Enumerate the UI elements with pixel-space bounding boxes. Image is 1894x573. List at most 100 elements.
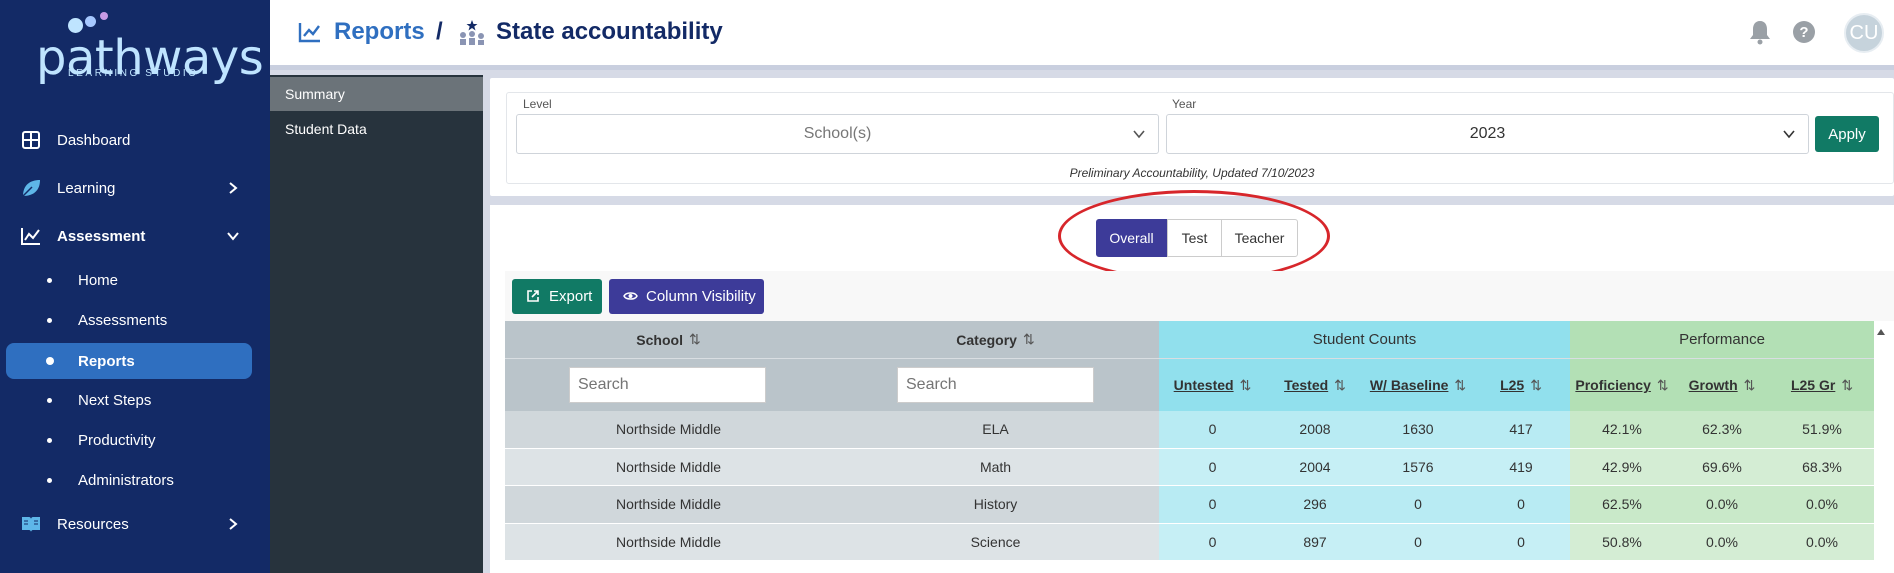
- table-cell-untested: 0: [1159, 523, 1266, 560]
- table-cell-l25gr: 0.0%: [1770, 486, 1874, 523]
- table-cell-l25: 419: [1472, 448, 1570, 485]
- column-header-category[interactable]: Category ⇅: [832, 321, 1159, 358]
- sidebar-subitem-label: Next Steps: [78, 391, 152, 409]
- year-select[interactable]: 2023: [1166, 114, 1809, 154]
- column-header-l25[interactable]: L25 ⇅: [1472, 366, 1570, 404]
- subnav-item-summary[interactable]: Summary: [270, 77, 483, 111]
- table-cell-baseline: 0: [1364, 486, 1472, 523]
- sidebar-subitem-label: Home: [78, 271, 119, 289]
- bullet-icon: [47, 477, 52, 483]
- apply-button[interactable]: Apply: [1815, 116, 1879, 152]
- sidebar-item-label: Dashboard: [57, 131, 131, 149]
- sidebar-subitem-label: Assessments: [78, 311, 168, 329]
- table-cell-school: Northside Middle: [505, 523, 832, 560]
- table-cell-l25: 417: [1472, 411, 1570, 448]
- podium-icon: [458, 18, 486, 46]
- sidebar-item-resources[interactable]: Resources: [0, 506, 270, 542]
- table-cell-proficiency: 50.8%: [1570, 523, 1674, 560]
- category-search-input[interactable]: [897, 367, 1094, 403]
- level-select-value: School(s): [803, 125, 872, 142]
- breadcrumb-reports[interactable]: Reports: [298, 18, 425, 46]
- sort-icon: ⇅: [1841, 376, 1854, 393]
- table-cell-category: Math: [832, 448, 1159, 485]
- help-icon: ?: [1792, 20, 1816, 44]
- book-icon: [20, 513, 42, 535]
- column-header-baseline[interactable]: W/ Baseline ⇅: [1364, 366, 1472, 404]
- column-header-proficiency[interactable]: Proficiency ⇅: [1570, 366, 1674, 404]
- sort-icon: ⇅: [1656, 376, 1669, 393]
- chevron-right-icon: [226, 181, 240, 195]
- table-cell-l25: 0: [1472, 486, 1570, 523]
- sidebar-subitem-assessments[interactable]: Assessments: [6, 302, 252, 338]
- column-header-label: Untested: [1173, 377, 1234, 393]
- external-link-icon: [526, 289, 540, 303]
- subnav-item-student-data[interactable]: Student Data: [270, 112, 483, 146]
- column-visibility-button[interactable]: Column Visibility: [609, 279, 764, 314]
- sort-icon: ⇅: [1743, 376, 1756, 393]
- table-cell-baseline: 1576: [1364, 448, 1472, 485]
- notifications-button[interactable]: [1746, 18, 1774, 46]
- column-header-label: Growth: [1688, 377, 1738, 393]
- scroll-up-icon[interactable]: [1876, 324, 1886, 335]
- export-button[interactable]: Export: [512, 279, 602, 314]
- breadcrumb-reports-label: Reports: [334, 18, 425, 45]
- table-cell-growth: 0.0%: [1674, 523, 1770, 560]
- page-title-label: State accountability: [496, 18, 723, 45]
- column-header-untested[interactable]: Untested ⇅: [1159, 366, 1266, 404]
- user-avatar[interactable]: CU: [1844, 13, 1884, 53]
- sidebar-item-label: Learning: [57, 179, 116, 197]
- table-cell-school: Northside Middle: [505, 486, 832, 523]
- bullet-icon: [47, 317, 52, 323]
- header-divider: [505, 358, 1874, 359]
- table-cell-category: History: [832, 486, 1159, 523]
- table-cell-growth: 0.0%: [1674, 486, 1770, 523]
- school-search-input[interactable]: [569, 367, 766, 403]
- sidebar-subitem-administrators[interactable]: Administrators: [6, 462, 252, 498]
- level-select[interactable]: School(s): [516, 114, 1159, 154]
- sidebar-subitem-reports[interactable]: Reports: [6, 343, 252, 379]
- table-cell-proficiency: 62.5%: [1570, 486, 1674, 523]
- sidebar-item-dashboard[interactable]: Dashboard: [0, 122, 270, 158]
- column-header-growth[interactable]: Growth ⇅: [1674, 366, 1770, 404]
- sort-icon: ⇅: [688, 331, 701, 347]
- accountability-note: Preliminary Accountability, Updated 7/10…: [1069, 166, 1315, 180]
- chevron-down-icon: [226, 229, 240, 243]
- chart-icon: [20, 225, 42, 247]
- column-header-tested[interactable]: Tested ⇅: [1266, 366, 1364, 404]
- leaf-icon: [20, 177, 42, 199]
- sidebar-item-label: Assessment: [57, 227, 146, 245]
- sidebar-item-learning[interactable]: Learning: [0, 170, 270, 206]
- svg-text:?: ?: [1799, 24, 1808, 41]
- group-header-performance: Performance: [1679, 331, 1765, 348]
- eye-icon: [623, 289, 638, 303]
- table-cell-untested: 0: [1159, 448, 1266, 485]
- sort-icon: ⇅: [1454, 376, 1467, 393]
- help-button[interactable]: ?: [1790, 18, 1818, 46]
- logo-dot: [100, 12, 108, 20]
- line-chart-icon: [298, 21, 322, 43]
- sort-icon: ⇅: [1022, 331, 1035, 347]
- table-cell-school: Northside Middle: [505, 411, 832, 448]
- bullet-icon: [47, 437, 52, 443]
- sidebar-subitem-home[interactable]: Home: [6, 262, 252, 298]
- table-cell-untested: 0: [1159, 411, 1266, 448]
- sidebar-item-assessment[interactable]: Assessment: [0, 218, 270, 254]
- column-header-label: W/ Baseline: [1369, 377, 1449, 393]
- sort-icon: ⇅: [1334, 376, 1346, 393]
- sidebar-subitem-label: Productivity: [78, 431, 156, 449]
- table-cell-baseline: 1630: [1364, 411, 1472, 448]
- column-header-school[interactable]: School ⇅: [505, 321, 832, 358]
- logo[interactable]: pathways LEARNING STUDIO: [0, 0, 270, 90]
- table-cell-l25gr: 51.9%: [1770, 411, 1874, 448]
- table-cell-l25gr: 0.0%: [1770, 523, 1874, 560]
- table-cell-tested: 2004: [1266, 448, 1364, 485]
- column-header-l25-growth[interactable]: L25 Gr ⇅: [1770, 366, 1874, 404]
- page-title: State accountability: [458, 18, 723, 46]
- sidebar-subitem-productivity[interactable]: Productivity: [6, 422, 252, 458]
- logo-subtitle: LEARNING STUDIO: [68, 68, 199, 79]
- table-cell-l25gr: 68.3%: [1770, 448, 1874, 485]
- table-cell-untested: 0: [1159, 486, 1266, 523]
- sidebar-subitem-next-steps[interactable]: Next Steps: [6, 382, 252, 418]
- chevron-down-icon: [1132, 127, 1146, 141]
- sidebar-subitem-label: Reports: [78, 352, 135, 370]
